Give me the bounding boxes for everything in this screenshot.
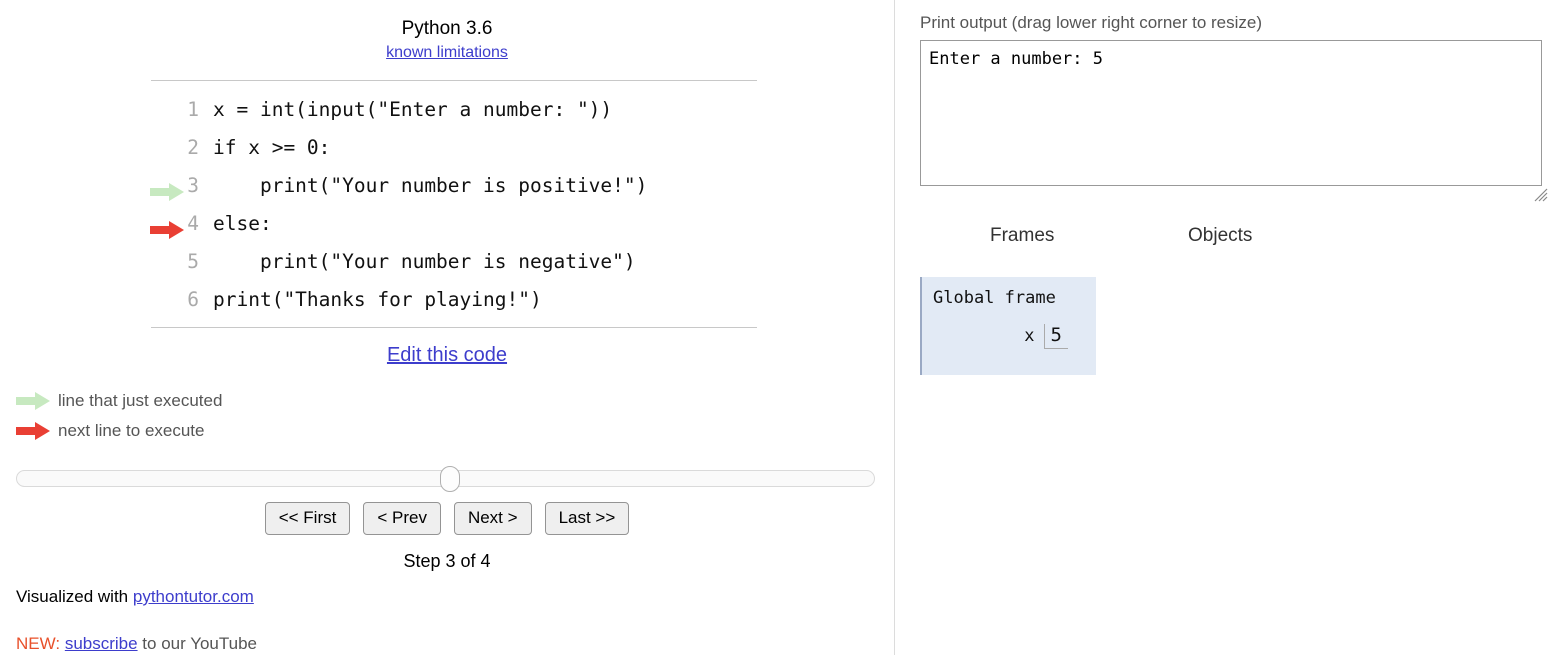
code-line[interactable]: 2 if x >= 0: bbox=[150, 128, 757, 201]
step-nav-buttons: << First < Prev Next > Last >> bbox=[0, 502, 894, 535]
line-marker-none bbox=[150, 99, 188, 119]
print-output-box[interactable]: Enter a number: 5 bbox=[920, 40, 1542, 186]
youtube-promo-line: NEW: subscribe to our YouTube bbox=[16, 634, 257, 654]
objects-header: Objects bbox=[1188, 225, 1253, 246]
line-code: else: bbox=[213, 211, 272, 235]
resize-grip-icon[interactable] bbox=[1534, 188, 1548, 202]
data-pane-headers: Frames Objects bbox=[895, 225, 1564, 251]
execution-legend: line that just executed next line to exe… bbox=[16, 386, 222, 446]
print-output-label: Print output (drag lower right corner to… bbox=[920, 13, 1263, 32]
line-code: print("Your number is positive!") bbox=[213, 173, 648, 197]
next-line-arrow-icon bbox=[150, 175, 188, 239]
frames-header: Frames bbox=[990, 225, 1055, 246]
frame-title: Global frame bbox=[933, 288, 1056, 308]
subscribe-link[interactable]: subscribe bbox=[65, 634, 138, 653]
variable-name: x bbox=[1024, 326, 1035, 346]
step-counter-label: Step 3 of 4 bbox=[403, 551, 491, 571]
first-button[interactable]: << First bbox=[264, 502, 351, 535]
prev-button[interactable]: < Prev bbox=[363, 502, 441, 535]
visualized-with-credit: Visualized with pythontutor.com bbox=[16, 587, 254, 607]
line-marker-none bbox=[150, 289, 188, 309]
visualized-with-prefix: Visualized with bbox=[16, 587, 133, 606]
red-arrow-icon bbox=[16, 422, 54, 440]
next-button[interactable]: Next > bbox=[453, 502, 532, 535]
legend-label-next-line: next line to execute bbox=[58, 421, 205, 440]
code-line[interactable]: 5 print("Your number is negative") bbox=[151, 242, 757, 280]
code-line[interactable]: 6 print("Thanks for playing!") bbox=[151, 280, 757, 318]
code-line[interactable]: 3 print("Your number is positive!") bbox=[150, 166, 757, 239]
known-limitations-row: known limitations bbox=[0, 42, 894, 64]
edit-this-code-link[interactable]: Edit this code bbox=[387, 344, 507, 366]
global-frame[interactable]: Global frame x 5 bbox=[920, 277, 1096, 375]
python-version-label: Python 3.6 bbox=[401, 18, 493, 39]
print-output-text: Enter a number: 5 bbox=[929, 49, 1103, 69]
green-arrow-icon bbox=[16, 392, 54, 410]
step-slider-thumb[interactable] bbox=[440, 466, 460, 492]
visualizer-right-pane: Print output (drag lower right corner to… bbox=[895, 0, 1564, 655]
known-limitations-link[interactable]: known limitations bbox=[386, 44, 508, 61]
legend-label-just-executed: line that just executed bbox=[58, 391, 223, 410]
line-code: if x >= 0: bbox=[213, 135, 331, 159]
line-code: print("Your number is negative") bbox=[213, 249, 636, 273]
line-marker-none bbox=[150, 251, 188, 271]
line-marker-none bbox=[150, 213, 188, 233]
line-code: x = int(input("Enter a number: ")) bbox=[213, 97, 613, 121]
promo-new-badge: NEW: bbox=[16, 634, 61, 653]
visualizer-left-pane: Python 3.6 known limitations 1 x = int(i… bbox=[0, 0, 894, 655]
legend-item-next-line: next line to execute bbox=[16, 416, 222, 446]
promo-tail-text: to our YouTube bbox=[137, 634, 257, 653]
legend-item-just-executed: line that just executed bbox=[16, 386, 222, 416]
frame-variable-row: x 5 bbox=[922, 324, 1096, 349]
code-display: 1 x = int(input("Enter a number: ")) 2 i… bbox=[150, 80, 757, 328]
edit-code-row: Edit this code bbox=[0, 344, 894, 367]
line-code: print("Thanks for playing!") bbox=[213, 287, 542, 311]
code-line[interactable]: 1 x = int(input("Enter a number: ")) bbox=[151, 90, 757, 128]
pythontutor-link[interactable]: pythontutor.com bbox=[133, 587, 254, 606]
variable-value: 5 bbox=[1043, 324, 1068, 349]
just-executed-arrow-icon bbox=[150, 137, 188, 201]
last-button[interactable]: Last >> bbox=[544, 502, 630, 535]
step-slider[interactable] bbox=[16, 466, 875, 492]
code-line[interactable]: 4 else: bbox=[151, 204, 757, 242]
